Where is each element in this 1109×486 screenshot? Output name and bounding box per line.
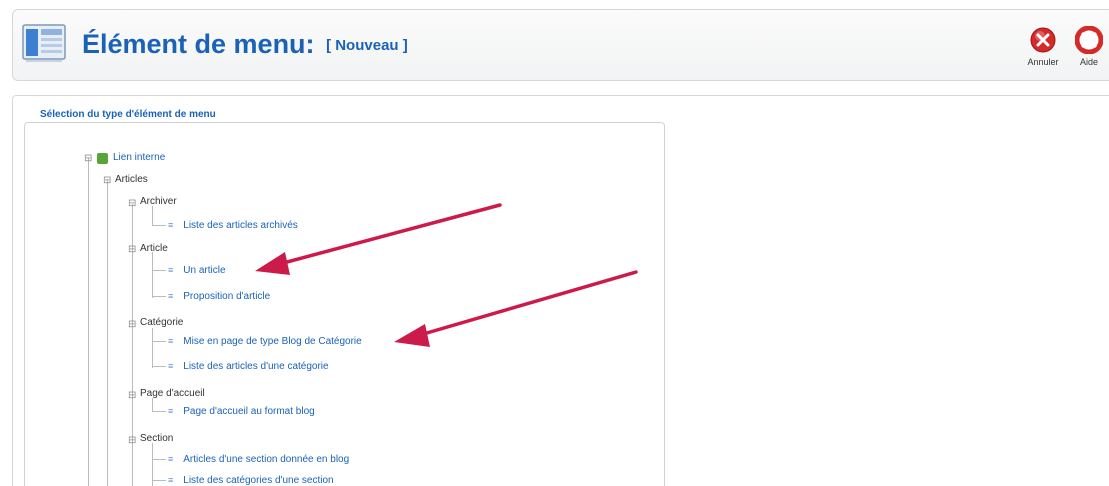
tree-line-categorie xyxy=(152,328,153,368)
menu-type-legend: Sélection du type d'élément de menu xyxy=(36,109,220,120)
menu-item-icon xyxy=(22,24,66,62)
tree-line-article xyxy=(152,252,153,298)
tree-branch xyxy=(152,366,166,367)
tree-branch xyxy=(152,480,166,481)
tree-item-lien-interne[interactable]: Lien interne xyxy=(113,152,165,164)
tree-line-accueil xyxy=(152,398,153,412)
tree-link[interactable]: ≡ Liste des articles d'une catégorie xyxy=(168,360,329,373)
tree-item-articles[interactable]: Articles xyxy=(115,174,148,186)
tree-link-label: Proposition d'article xyxy=(183,291,271,302)
tree-line-archiver xyxy=(152,206,153,226)
page: Élément de menu: [ Nouveau ] Annuler Aid… xyxy=(0,0,1109,486)
collapse-toggle[interactable]: ⊟ xyxy=(128,436,136,446)
tree-branch xyxy=(152,270,166,271)
tree-link-label: Liste des catégories d'une section xyxy=(183,475,334,486)
bullet-icon: ≡ xyxy=(168,454,174,464)
bullet-icon: ≡ xyxy=(168,361,174,371)
tree-branch xyxy=(152,225,166,226)
tree-item-section[interactable]: Section xyxy=(140,433,173,445)
page-title-text: Élément de menu: xyxy=(82,29,315,59)
tree-link-label: Articles d'une section donnée en blog xyxy=(183,454,350,465)
tree-item-accueil[interactable]: Page d'accueil xyxy=(140,388,205,400)
tree-branch xyxy=(152,341,166,342)
tree-line-root xyxy=(88,158,89,486)
cancel-icon xyxy=(1030,27,1056,53)
bullet-icon: ≡ xyxy=(168,406,174,416)
page-title: Élément de menu: [ Nouveau ] xyxy=(82,28,408,62)
collapse-toggle[interactable]: ⊟ xyxy=(128,245,136,255)
tree-item-archiver[interactable]: Archiver xyxy=(140,196,177,208)
link-icon xyxy=(97,153,108,164)
help-button[interactable]: Aide xyxy=(1069,26,1109,67)
bullet-icon: ≡ xyxy=(168,220,174,230)
bullet-icon: ≡ xyxy=(168,336,174,346)
collapse-toggle[interactable]: ⊟ xyxy=(128,320,136,330)
tree-link-label: Liste des articles archivés xyxy=(183,220,298,231)
tree-line-articles xyxy=(107,180,108,486)
tree-link[interactable]: ≡ Mise en page de type Blog de Catégorie xyxy=(168,335,362,348)
help-icon xyxy=(1075,26,1103,54)
tree-link[interactable]: ≡ Proposition d'article xyxy=(168,290,270,303)
bullet-icon: ≡ xyxy=(168,475,174,485)
collapse-toggle[interactable]: ⊟ xyxy=(128,199,136,209)
bullet-icon: ≡ xyxy=(168,291,174,301)
tree-item-categorie[interactable]: Catégorie xyxy=(140,317,183,329)
cancel-label: Annuler xyxy=(1027,57,1059,67)
tree-link-label: Un article xyxy=(183,265,226,276)
tree-link[interactable]: ≡ Liste des articles archivés xyxy=(168,219,298,232)
page-title-suffix: [ Nouveau ] xyxy=(326,37,408,54)
tree-link-label: Page d'accueil au format blog xyxy=(183,406,315,417)
tree-link[interactable]: ≡ Liste des catégories d'une section xyxy=(168,474,334,486)
help-label: Aide xyxy=(1079,57,1098,67)
tree-link[interactable]: ≡ Articles d'une section donnée en blog xyxy=(168,453,349,466)
collapse-toggle[interactable]: ⊟ xyxy=(103,176,111,186)
collapse-toggle[interactable]: ⊟ xyxy=(128,391,136,401)
tree-link-label: Liste des articles d'une catégorie xyxy=(183,361,329,372)
tree-branch xyxy=(152,296,166,297)
tree-item-article[interactable]: Article xyxy=(140,243,168,255)
tree-branch xyxy=(152,459,166,460)
bullet-icon: ≡ xyxy=(168,265,174,275)
tree-branch xyxy=(152,411,166,412)
tree-link-label: Mise en page de type Blog de Catégorie xyxy=(183,336,362,347)
cancel-button[interactable]: Annuler xyxy=(1023,26,1063,67)
tree-link[interactable]: ≡ Page d'accueil au format blog xyxy=(168,405,315,418)
collapse-toggle[interactable]: ⊟ xyxy=(84,154,92,164)
tree-link[interactable]: ≡ Un article xyxy=(168,264,226,277)
